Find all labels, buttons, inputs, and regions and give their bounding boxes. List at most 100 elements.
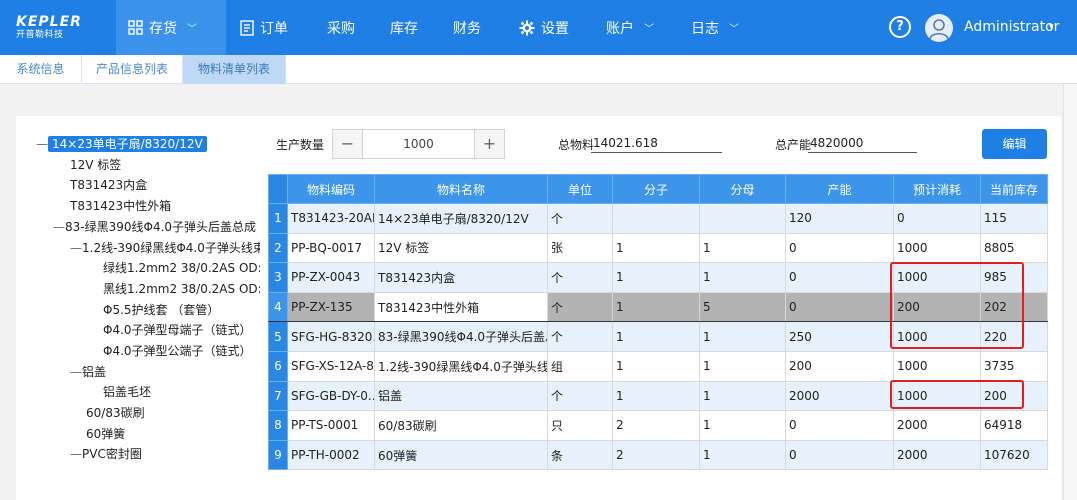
table-cell[interactable]: 8805	[980, 232, 1048, 264]
tree-node[interactable]: 60弹簧	[86, 424, 125, 444]
tree-node[interactable]: —83-绿黑390线Φ4.0子弹头后盖总成	[53, 217, 256, 237]
tree-node[interactable]: 60/83碳刷	[86, 403, 145, 423]
tree-node[interactable]: 12V 标签	[70, 155, 121, 175]
tree-node[interactable]: Φ4.0子弹型公端子（链式）	[103, 341, 252, 361]
tree-node[interactable]: 铝盖毛坯	[103, 382, 151, 402]
tree-node[interactable]: 黑线1.2mm2 38/0.2AS OD:2.	[103, 279, 260, 299]
edit-button[interactable]: 编辑	[982, 129, 1047, 159]
table-cell[interactable]: 1	[612, 291, 700, 323]
table-cell[interactable]: 1	[699, 380, 786, 412]
tree-node-root[interactable]: —14×23单电子扇/8320/12V	[36, 134, 207, 154]
row-number[interactable]: 4	[268, 291, 288, 323]
caret-down-icon[interactable]: ▾	[1049, 22, 1054, 32]
scrollbar[interactable]	[1063, 84, 1077, 500]
table-cell[interactable]: 3735	[980, 350, 1048, 382]
table-cell[interactable]: SFG-HG-8320...	[287, 321, 375, 352]
table-row[interactable]: 6 SFG-XS-12A-83 1.2线-390绿黑线Φ4.0子弹头线束 组 1…	[268, 350, 1048, 382]
table-cell[interactable]: 64918	[980, 410, 1048, 441]
table-cell[interactable]: 12V 标签	[374, 232, 548, 264]
table-cell[interactable]: 1	[612, 232, 700, 264]
tree-node[interactable]: —铝盖	[70, 362, 106, 382]
tree-node[interactable]: —1.2线-390绿黑线Φ4.0子弹头线束	[70, 238, 260, 258]
collapse-icon[interactable]: —	[70, 238, 82, 258]
collapse-icon[interactable]: —	[36, 134, 48, 154]
table-cell[interactable]: 115	[980, 203, 1048, 234]
table-cell[interactable]: 铝盖	[374, 380, 548, 412]
table-cell[interactable]: 2000	[893, 439, 981, 471]
row-number[interactable]: 9	[268, 439, 288, 471]
table-cell[interactable]	[699, 203, 786, 234]
table-cell[interactable]: 个	[547, 262, 613, 293]
row-number[interactable]: 3	[268, 262, 288, 293]
table-cell[interactable]: 1	[699, 410, 786, 441]
nav-item-account[interactable]: 账户 ﹀	[606, 0, 654, 55]
table-cell[interactable]: 0	[785, 291, 894, 323]
avatar[interactable]	[925, 14, 953, 42]
table-cell[interactable]: 1	[612, 321, 700, 352]
row-number[interactable]: 2	[268, 232, 288, 264]
table-cell[interactable]: 60/83碳刷	[374, 410, 548, 441]
nav-item-logs[interactable]: 日志 ﹀	[691, 0, 739, 55]
table-cell[interactable]: 个	[547, 203, 613, 234]
table-cell[interactable]: 0	[785, 439, 894, 471]
table-row[interactable]: 9 PP-TH-0002 60弹簧 条 2 1 0 2000 107620	[268, 439, 1048, 471]
column-header[interactable]: 当前库存	[980, 174, 1048, 204]
column-header[interactable]: 分母	[699, 174, 786, 204]
table-cell[interactable]: 0	[785, 410, 894, 441]
tree-node[interactable]: 绿线1.2mm2 38/0.2AS OD:2.	[103, 258, 260, 278]
table-cell[interactable]: 只	[547, 410, 613, 441]
row-number[interactable]: 1	[268, 203, 288, 234]
collapse-icon[interactable]: —	[70, 362, 82, 382]
table-cell[interactable]: PP-ZX-0043	[287, 262, 375, 293]
nav-item-inventory[interactable]: 存货 ﹀	[116, 0, 226, 55]
table-cell[interactable]: PP-TS-0001	[287, 410, 375, 441]
row-number[interactable]: 8	[268, 410, 288, 441]
increment-button[interactable]: +	[474, 130, 504, 158]
table-cell[interactable]: 1	[699, 262, 786, 293]
table-cell[interactable]: 1	[612, 380, 700, 412]
tab-bom-list[interactable]: 物料清单列表	[183, 55, 286, 84]
table-cell[interactable]: 2	[612, 410, 700, 441]
table-cell[interactable]: 1	[699, 232, 786, 264]
table-cell[interactable]: 0	[893, 203, 981, 234]
collapse-icon[interactable]: —	[70, 444, 82, 464]
table-cell[interactable]: 1	[699, 350, 786, 382]
table-cell[interactable]: 1000	[893, 350, 981, 382]
table-row[interactable]: 2 PP-BQ-0017 12V 标签 张 1 1 0 1000 8805	[268, 232, 1048, 264]
user-name[interactable]: Administrator	[964, 19, 1059, 35]
table-cell[interactable]: PP-TH-0002	[287, 439, 375, 471]
table-cell[interactable]: T831423内盒	[374, 262, 548, 293]
collapse-icon[interactable]: —	[53, 217, 65, 237]
nav-item-finance[interactable]: 财务	[453, 0, 481, 55]
tree-node[interactable]: —PVC密封圈	[70, 444, 142, 464]
row-number[interactable]: 7	[268, 380, 288, 412]
table-cell[interactable]: 张	[547, 232, 613, 264]
table-cell[interactable]: 2000	[893, 410, 981, 441]
row-number[interactable]: 5	[268, 321, 288, 352]
table-cell[interactable]: 条	[547, 439, 613, 471]
table-cell[interactable]: 83-绿黑390线Φ4.0子弹头后盖总成	[374, 321, 548, 352]
table-cell[interactable]: SFG-GB-DY-0...	[287, 380, 375, 412]
table-cell[interactable]: 200	[785, 350, 894, 382]
kepler-logo[interactable]: KEPLER 开普勒科技	[16, 15, 81, 41]
table-cell[interactable]: 1	[699, 321, 786, 352]
table-cell[interactable]	[612, 203, 700, 234]
table-cell[interactable]: 1.2线-390绿黑线Φ4.0子弹头线束	[374, 350, 548, 382]
table-cell[interactable]: PP-ZX-135	[287, 291, 375, 323]
column-header[interactable]: 单位	[547, 174, 613, 204]
quantity-input[interactable]	[363, 130, 474, 158]
column-header[interactable]: 物料编码	[287, 174, 375, 204]
table-cell[interactable]: 120	[785, 203, 894, 234]
table-cell[interactable]: 5	[699, 291, 786, 323]
table-cell[interactable]: 2000	[785, 380, 894, 412]
nav-item-settings[interactable]: 设置	[519, 0, 569, 55]
column-header[interactable]: 产能	[785, 174, 894, 204]
table-cell[interactable]: 1	[612, 350, 700, 382]
table-cell[interactable]: 个	[547, 380, 613, 412]
table-cell[interactable]: 个	[547, 291, 613, 323]
column-header[interactable]: 预计消耗	[893, 174, 981, 204]
tree-node[interactable]: Φ4.0子弹型母端子（链式）	[103, 320, 252, 340]
table-cell[interactable]: 14×23单电子扇/8320/12V	[374, 203, 548, 234]
column-header[interactable]: 物料名称	[374, 174, 548, 204]
help-icon[interactable]: ?	[889, 16, 911, 38]
